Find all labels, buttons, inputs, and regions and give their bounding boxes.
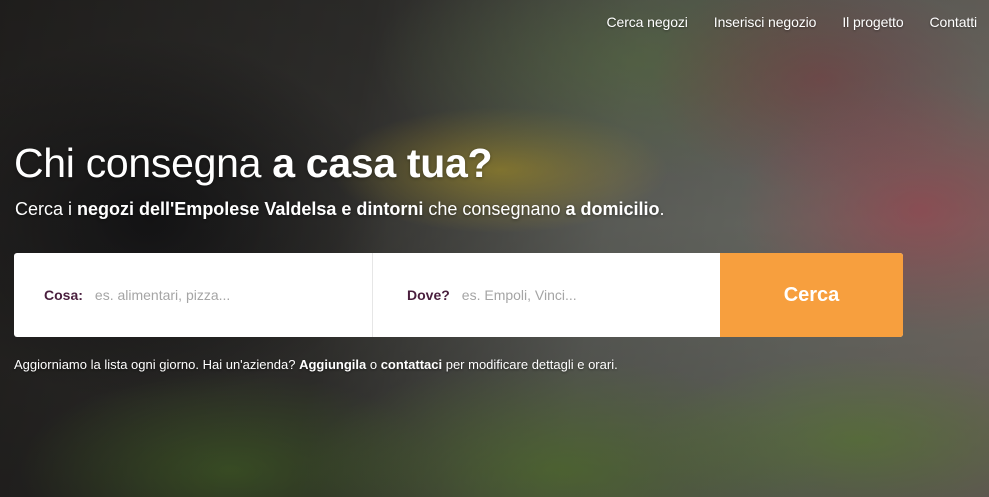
nav-cerca-negozi[interactable]: Cerca negozi: [607, 14, 688, 30]
search-button[interactable]: Cerca: [720, 253, 903, 337]
search-bar: Cosa: Dove? Cerca: [14, 253, 903, 337]
dove-field: Dove?: [372, 253, 720, 337]
dove-input[interactable]: [459, 286, 684, 304]
page-title: Chi consegna a casa tua?: [14, 140, 493, 187]
info-note: Aggiorniamo la lista ogni giorno. Hai un…: [14, 357, 618, 372]
cosa-field: Cosa:: [14, 253, 372, 337]
nav-contatti[interactable]: Contatti: [930, 14, 978, 30]
nav-inserisci-negozio[interactable]: Inserisci negozio: [714, 14, 817, 30]
cosa-input[interactable]: [92, 286, 317, 304]
subtitle-bold-2: a domicilio: [565, 199, 660, 219]
page-subtitle: Cerca i negozi dell'Empolese Valdelsa e …: [15, 199, 665, 220]
cosa-label: Cosa:: [44, 287, 83, 303]
note-part-1: Aggiorniamo la lista ogni giorno. Hai un…: [14, 357, 300, 372]
note-part-3: per modificare dettagli e orari.: [442, 357, 618, 372]
title-normal: Chi consegna: [14, 140, 273, 186]
contattaci-link[interactable]: contattaci: [381, 357, 442, 372]
dove-label: Dove?: [407, 287, 450, 303]
subtitle-bold-1: negozi dell'Empolese Valdelsa e dintorni: [77, 199, 424, 219]
subtitle-part-3: .: [659, 199, 665, 219]
note-part-2: o: [366, 357, 381, 372]
title-bold: a casa tua?: [272, 140, 493, 186]
nav-il-progetto[interactable]: Il progetto: [842, 14, 903, 30]
subtitle-part-1: Cerca i: [15, 199, 78, 219]
aggiungila-link[interactable]: Aggiungila: [299, 357, 366, 372]
subtitle-part-2: che consegnano: [423, 199, 566, 219]
hero-content: Cerca negozi Inserisci negozio Il proget…: [0, 0, 989, 497]
top-navigation: Cerca negozi Inserisci negozio Il proget…: [607, 14, 978, 30]
